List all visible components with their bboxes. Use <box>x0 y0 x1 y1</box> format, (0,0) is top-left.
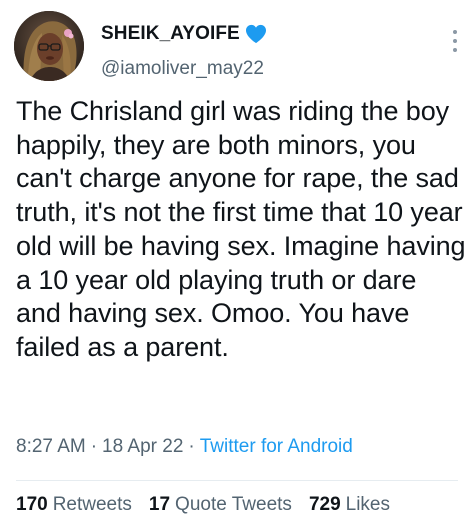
author-display-name[interactable]: SHEIK_AYOIFE <box>101 23 240 45</box>
quote-tweets-count: 17 <box>148 494 171 515</box>
tweet-stats: 170 Retweets 17 Quote Tweets 729 Likes <box>16 494 407 516</box>
likes-label: Likes <box>345 494 390 515</box>
tweet-date[interactable]: 18 Apr 22 <box>102 436 183 458</box>
tweet-card: SHEIK_AYOIFE @iamoliver_may22 The Chrisl… <box>0 0 474 521</box>
tweet-text: The Chrisland girl was riding the boy ha… <box>16 96 466 362</box>
tweet-source-link[interactable]: Twitter for Android <box>200 436 353 458</box>
retweets-count: 170 <box>16 494 48 515</box>
tweet-time[interactable]: 8:27 AM <box>16 436 86 458</box>
more-vertical-icon[interactable] <box>452 30 458 52</box>
tweet-meta: 8:27 AM · 18 Apr 22 · Twitter for Androi… <box>16 436 353 458</box>
divider <box>16 480 458 481</box>
blue-heart-icon <box>245 24 267 44</box>
author-handle[interactable]: @iamoliver_may22 <box>101 58 264 80</box>
likes-count: 729 <box>308 494 341 515</box>
meta-separator: · <box>90 436 98 457</box>
avatar-image <box>14 11 84 81</box>
meta-separator: · <box>188 436 195 457</box>
author-name-row[interactable]: SHEIK_AYOIFE <box>101 23 267 45</box>
retweets-stat[interactable]: 170 Retweets <box>16 494 132 516</box>
likes-stat[interactable]: 729 Likes <box>309 494 390 516</box>
avatar[interactable] <box>14 11 84 81</box>
quote-tweets-stat[interactable]: 17 Quote Tweets <box>149 494 292 516</box>
retweets-label: Retweets <box>52 494 132 515</box>
quote-tweets-label: Quote Tweets <box>175 494 292 515</box>
